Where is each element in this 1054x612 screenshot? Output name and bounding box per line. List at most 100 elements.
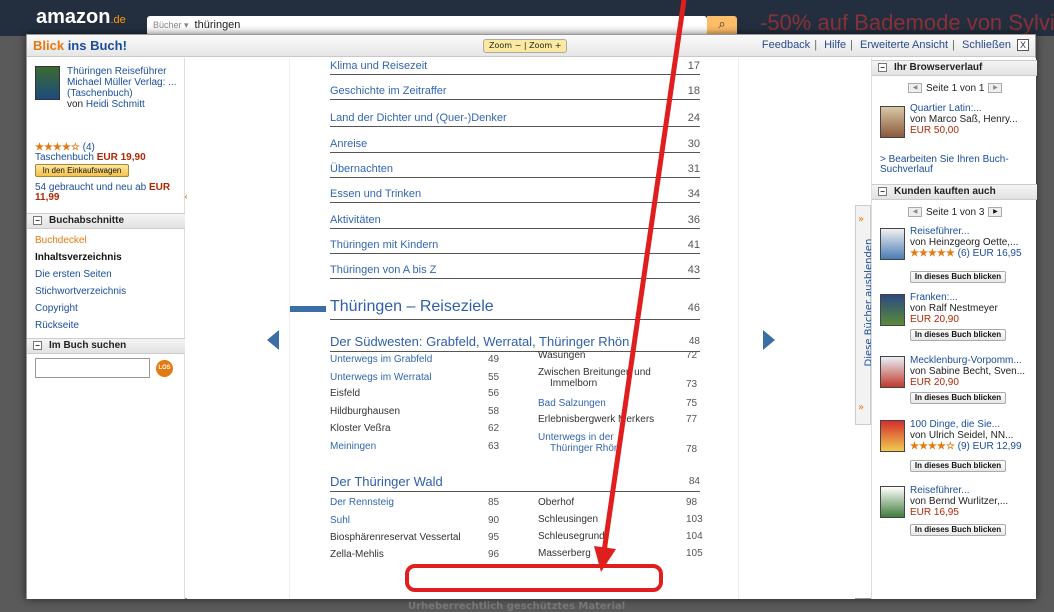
amazon-logo[interactable]: amazon.de [36, 6, 126, 29]
search-in-book-input[interactable] [35, 358, 150, 378]
book-author[interactable]: Heidi Schmitt [86, 99, 145, 110]
edit-history-link[interactable]: > Bearbeiten Sie Ihren Buch-Suchverlauf [880, 155, 1030, 175]
amazon-search-input[interactable]: Bücher ▾ thüringen [147, 16, 707, 36]
toc-subentry[interactable]: Zella-Mehlis [330, 549, 384, 560]
browse-history-header[interactable]: − Ihr Browserverlauf [872, 60, 1037, 76]
browse-item[interactable]: Quartier Latin:... von Marco Saß, Henry.… [910, 103, 1032, 136]
toc-subentry[interactable]: Zwischen Breitungen und Immelborn [538, 367, 651, 389]
search-button[interactable]: ⌕ [707, 16, 737, 36]
book-title[interactable]: Thüringen Reiseführer Michael Müller Ver… [67, 66, 182, 99]
close-link[interactable]: Schließen [962, 39, 1011, 51]
help-link[interactable]: Hilfe [824, 39, 846, 51]
toc-subentry[interactable]: Wasungen [538, 350, 585, 361]
book-thumbnail[interactable] [880, 228, 905, 260]
toc-entry[interactable]: Geschichte im Zeitraffer 18 [330, 85, 700, 100]
hide-books-tab[interactable]: » Diese Bücher ausblenden » [855, 205, 875, 425]
toc-entry[interactable]: Übernachten 31 [330, 163, 700, 178]
prev-page-icon[interactable]: ◀ [908, 207, 922, 218]
toc-subentry[interactable]: Erlebnisbergwerk Merkers [538, 414, 654, 425]
close-icon[interactable]: X [1017, 39, 1029, 52]
toc-subentry[interactable]: Bad Salzungen [538, 398, 606, 409]
star-rating-icon: ★★★★★ [910, 248, 955, 259]
add-to-cart-button[interactable]: In den Einkaufswagen [35, 164, 129, 177]
zoom-control[interactable]: Zoom − | Zoom + [483, 39, 568, 53]
prev-page-icon[interactable]: ◀ [908, 83, 922, 94]
expand-icon: » [858, 402, 865, 413]
sections-header[interactable]: − Buchabschnitte [27, 213, 185, 229]
toc-entry[interactable]: Essen und Trinken 34 [330, 188, 700, 203]
book-thumbnail[interactable] [880, 106, 905, 138]
region-heading[interactable]: Der Thüringer Wald 84 [330, 474, 700, 492]
next-page-arrow-icon[interactable] [763, 330, 775, 350]
book-thumbnail[interactable] [880, 420, 905, 452]
toc-subentry[interactable]: Kloster Veßra [330, 423, 391, 434]
toc-subentry[interactable]: Oberhof [538, 497, 574, 508]
recommendation-item[interactable]: Franken:... von Ralf Nestmeyer EUR 20,90 [910, 292, 1032, 325]
copyright-notice: Urheberrechtlich geschütztes Material [408, 601, 626, 612]
look-inside-button[interactable]: In dieses Buch blicken [910, 524, 1006, 536]
toc-entry[interactable]: Klima und Reisezeit 17 [330, 60, 700, 75]
next-page-icon[interactable]: ▶ [988, 83, 1003, 94]
recommendation-item[interactable]: Reiseführer... von Bernd Wurlitzer,... E… [910, 485, 1032, 518]
toc-subentry[interactable]: Biosphärenreservat Vessertal [330, 532, 461, 543]
region-heading[interactable]: Der Südwesten: Grabfeld, Werratal, Thüri… [330, 334, 700, 352]
toc-subentry[interactable]: Suhl [330, 515, 350, 526]
look-inside-button[interactable]: In dieses Buch blicken [910, 460, 1006, 472]
collapse-icon[interactable]: − [33, 341, 42, 350]
annotation-highlight-box [405, 564, 663, 592]
search-in-book-header[interactable]: − Im Buch suchen [27, 338, 185, 354]
toc-subentry[interactable]: Unterwegs in der Thüringer Rhön [538, 432, 619, 454]
toc-entry[interactable]: Land der Dichter und (Quer-)Denker 24 [330, 112, 700, 127]
next-page-icon[interactable]: ▶ [988, 207, 1003, 218]
recommendation-item[interactable]: Reiseführer... von Heinzgeorg Oette,... … [910, 226, 1032, 259]
toc-subentry[interactable]: Eisfeld [330, 388, 360, 399]
toc-entry[interactable]: Anreise 30 [330, 138, 700, 153]
book-thumbnail[interactable] [880, 356, 905, 388]
toc-subentry[interactable]: Der Rennsteig [330, 497, 394, 508]
section-back-cover[interactable]: Rückseite [35, 320, 79, 331]
section-first-pages[interactable]: Die ersten Seiten [35, 269, 112, 280]
book-cover-thumbnail[interactable] [35, 66, 60, 100]
book-thumbnail[interactable] [880, 294, 905, 326]
section-toc[interactable]: Inhaltsverzeichnis [35, 252, 122, 263]
look-inside-button[interactable]: In dieses Buch blicken [910, 329, 1006, 341]
collapse-icon[interactable]: − [878, 63, 887, 72]
section-cover[interactable]: Buchdeckel [35, 235, 87, 246]
collapse-icon[interactable]: − [878, 187, 887, 196]
toc-subentry[interactable]: Schleusingen [538, 514, 598, 525]
search-category[interactable]: Bücher ▾ [153, 20, 189, 30]
modal-title: Blick ins Buch! [33, 38, 127, 53]
promo-banner[interactable]: -50% auf Bademode von Sylvie [760, 10, 1054, 36]
toc-subentry[interactable]: Schleusegrund [538, 531, 605, 542]
book-page: Klima und Reisezeit 17 Geschichte im Zeit… [289, 58, 739, 612]
modal-header: Blick ins Buch! Zoom − | Zoom + Feedback… [27, 35, 1035, 57]
collapse-icon[interactable]: − [33, 216, 42, 225]
previous-page-arrow-icon[interactable] [267, 330, 279, 350]
page-viewer: Klima und Reisezeit 17 Geschichte im Zeit… [187, 58, 855, 612]
chapter-heading[interactable]: Thüringen – Reiseziele 46 [330, 298, 700, 320]
recommendation-item[interactable]: Mecklenburg-Vorpomm... von Sabine Becht,… [910, 355, 1032, 388]
book-info: Thüringen Reiseführer Michael Müller Ver… [67, 66, 182, 110]
toc-entry[interactable]: Thüringen von A bis Z 43 [330, 264, 700, 279]
toc-entry[interactable]: Thüringen mit Kindern 41 [330, 239, 700, 254]
section-index[interactable]: Stichwortverzeichnis [35, 286, 126, 297]
customers-bought-header[interactable]: − Kunden kauften auch [872, 184, 1037, 200]
toc-subentry[interactable]: Masserberg [538, 548, 591, 559]
look-inside-button[interactable]: In dieses Buch blicken [910, 392, 1006, 404]
chapter-marker [290, 306, 326, 312]
toc-subentry[interactable]: Meiningen [330, 441, 376, 452]
book-thumbnail[interactable] [880, 486, 905, 518]
search-go-button[interactable]: LOS [156, 360, 173, 377]
look-inside-button[interactable]: In dieses Buch blicken [910, 271, 1006, 283]
recommendation-item[interactable]: 100 Dinge, die Sie... von Ulrich Seidel,… [910, 419, 1032, 452]
feedback-link[interactable]: Feedback [762, 39, 810, 51]
expand-icon: » [858, 214, 865, 225]
toc-subentry[interactable]: Unterwegs im Grabfeld [330, 354, 432, 365]
extended-view-link[interactable]: Erweiterte Ansicht [860, 39, 948, 51]
toc-subentry[interactable]: Unterwegs im Werratal [330, 372, 432, 383]
used-offers-link[interactable]: 54 gebraucht und neu ab EUR 11,99 [35, 183, 175, 203]
toc-entry[interactable]: Aktivitäten 36 [330, 214, 700, 229]
section-copyright[interactable]: Copyright [35, 303, 78, 314]
left-panel: Thüringen Reiseführer Michael Müller Ver… [27, 58, 185, 599]
toc-subentry[interactable]: Hildburghausen [330, 406, 400, 417]
